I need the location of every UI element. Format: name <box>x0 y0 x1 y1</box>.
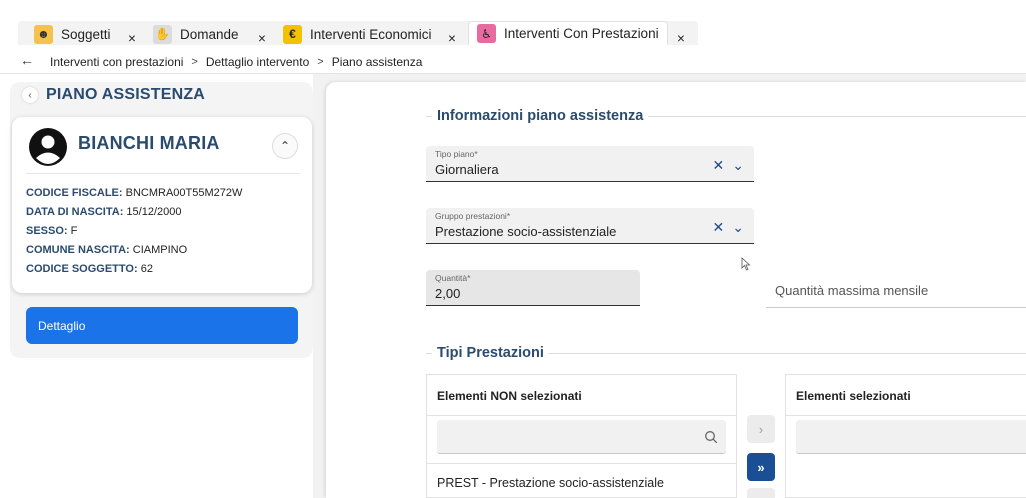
search-input[interactable] <box>796 420 1026 454</box>
tab-domande[interactable]: ✋ Domande <box>153 24 239 44</box>
tab-bar: ☻ Soggetti × ✋ Domande × € Interventi Ec… <box>0 0 1026 46</box>
divider <box>548 353 1026 354</box>
chevron-up-icon[interactable]: ⌃ <box>272 133 298 159</box>
field-label: Gruppo prestazioni* <box>435 211 511 221</box>
list-item[interactable]: PREST - Prestazione socio-assistenziale <box>437 476 664 490</box>
search-icon <box>705 431 718 444</box>
info-sesso: SESSO: F <box>26 225 77 237</box>
info-value: 15/12/2000 <box>126 206 182 218</box>
person-card: BIANCHI MARIA ⌃ CODICE FISCALE: BNCMRA00… <box>12 117 312 293</box>
move-all-button[interactable]: » <box>747 453 775 481</box>
info-value: CIAMPINO <box>132 244 188 256</box>
section-title-info: Informazioni piano assistenza <box>437 108 644 124</box>
info-label: CODICE FISCALE: <box>26 187 123 199</box>
tab-interventi-con-prestazioni[interactable]: ♿ Interventi Con Prestazioni <box>468 21 668 45</box>
info-data-nascita: DATA DI NASCITA: 15/12/2000 <box>26 206 181 218</box>
tipo-piano-select[interactable]: Tipo piano* Giornaliera ✕ ⌄ <box>426 146 754 182</box>
person-icon: ☻ <box>34 24 53 44</box>
info-label: CODICE SOGGETTO: <box>26 263 138 275</box>
main-content: Informazioni piano assistenza Tipo piano… <box>326 82 1026 498</box>
sidebar-header: ‹ PIANO ASSISTENZA <box>22 86 205 104</box>
field-actions: ✕ ⌄ <box>713 157 744 174</box>
tab-label: Interventi Economici <box>310 26 432 42</box>
divider <box>426 116 432 117</box>
divider <box>648 116 1026 117</box>
list-selezionati: Elementi selezionati <box>785 374 1026 498</box>
breadcrumb-separator: > <box>191 56 198 68</box>
field-label: Tipo piano* <box>435 149 478 159</box>
search-input[interactable] <box>437 420 726 454</box>
close-icon[interactable]: × <box>677 28 685 48</box>
info-value: 62 <box>140 263 153 275</box>
tab-label: Interventi Con Prestazioni <box>504 26 659 41</box>
euro-icon: € <box>283 24 302 44</box>
list-non-selezionati: Elementi NON selezionati PREST - Prestaz… <box>426 374 737 498</box>
info-comune-nascita: COMUNE NASCITA: CIAMPINO <box>26 244 187 256</box>
breadcrumb-item[interactable]: Interventi con prestazioni <box>50 55 183 69</box>
divider <box>786 415 1026 416</box>
tab-interventi-economici[interactable]: € Interventi Economici <box>283 24 432 44</box>
tab-label: Soggetti <box>61 26 111 42</box>
info-codice-soggetto: CODICE SOGGETTO: 62 <box>26 263 153 275</box>
tab-label: Domande <box>180 26 239 42</box>
breadcrumb-item-current: Piano assistenza <box>331 55 423 69</box>
move-back-button[interactable] <box>747 488 775 498</box>
close-icon[interactable]: × <box>448 28 456 48</box>
close-icon[interactable]: × <box>258 28 266 48</box>
divider <box>427 463 736 464</box>
list-header: Elementi NON selezionati <box>437 389 582 403</box>
field-value: 2,00 <box>435 286 461 301</box>
info-label: SESSO: <box>26 225 68 237</box>
close-icon[interactable]: × <box>128 28 136 48</box>
field-label: Quantità* <box>435 273 471 283</box>
clear-icon[interactable]: ✕ <box>713 219 725 236</box>
avatar-icon <box>29 128 67 166</box>
divider <box>426 353 432 354</box>
divider <box>26 173 300 174</box>
field-value: Giornaliera <box>435 162 499 177</box>
field-placeholder: Quantità massima mensile <box>775 283 929 298</box>
mouse-cursor-icon <box>741 257 751 271</box>
breadcrumb-item[interactable]: Dettaglio intervento <box>206 55 309 69</box>
quantita-massima-input[interactable]: Quantità massima mensile <box>766 272 1026 308</box>
person-name: BIANCHI MARIA <box>78 133 220 153</box>
breadcrumb: Interventi con prestazioni > Dettaglio i… <box>50 55 422 69</box>
section-title-tipi: Tipi Prestazioni <box>437 345 544 361</box>
breadcrumb-separator: > <box>317 56 324 68</box>
breadcrumb-bar: ← Interventi con prestazioni > Dettaglio… <box>0 48 1026 74</box>
list-header: Elementi selezionati <box>796 389 911 403</box>
dettaglio-button[interactable]: Dettaglio <box>26 307 298 344</box>
field-value: Prestazione socio-assistenziale <box>435 224 617 239</box>
gruppo-prestazioni-select[interactable]: Gruppo prestazioni* Prestazione socio-as… <box>426 208 754 244</box>
field-actions: ✕ ⌄ <box>713 219 744 236</box>
wheelchair-icon: ♿ <box>477 24 496 43</box>
chevron-down-icon[interactable]: ⌄ <box>732 219 744 236</box>
divider <box>427 415 736 416</box>
tab-soggetti[interactable]: ☻ Soggetti <box>34 24 111 44</box>
info-label: COMUNE NASCITA: <box>26 244 130 256</box>
quantita-input[interactable]: Quantità* 2,00 <box>426 270 640 306</box>
back-arrow-icon[interactable]: ← <box>20 52 34 68</box>
info-value: F <box>70 225 78 237</box>
sidebar-title: PIANO ASSISTENZA <box>46 86 206 103</box>
chevron-left-icon[interactable]: ‹ <box>22 87 38 103</box>
chevron-down-icon[interactable]: ⌄ <box>732 157 744 174</box>
move-one-button[interactable]: › <box>747 415 775 443</box>
info-codice-fiscale: CODICE FISCALE: BNCMRA00T55M272W <box>26 187 242 199</box>
clear-icon[interactable]: ✕ <box>713 157 725 174</box>
info-label: DATA DI NASCITA: <box>26 206 124 218</box>
hand-icon: ✋ <box>153 24 172 44</box>
info-value: BNCMRA00T55M272W <box>125 187 243 199</box>
